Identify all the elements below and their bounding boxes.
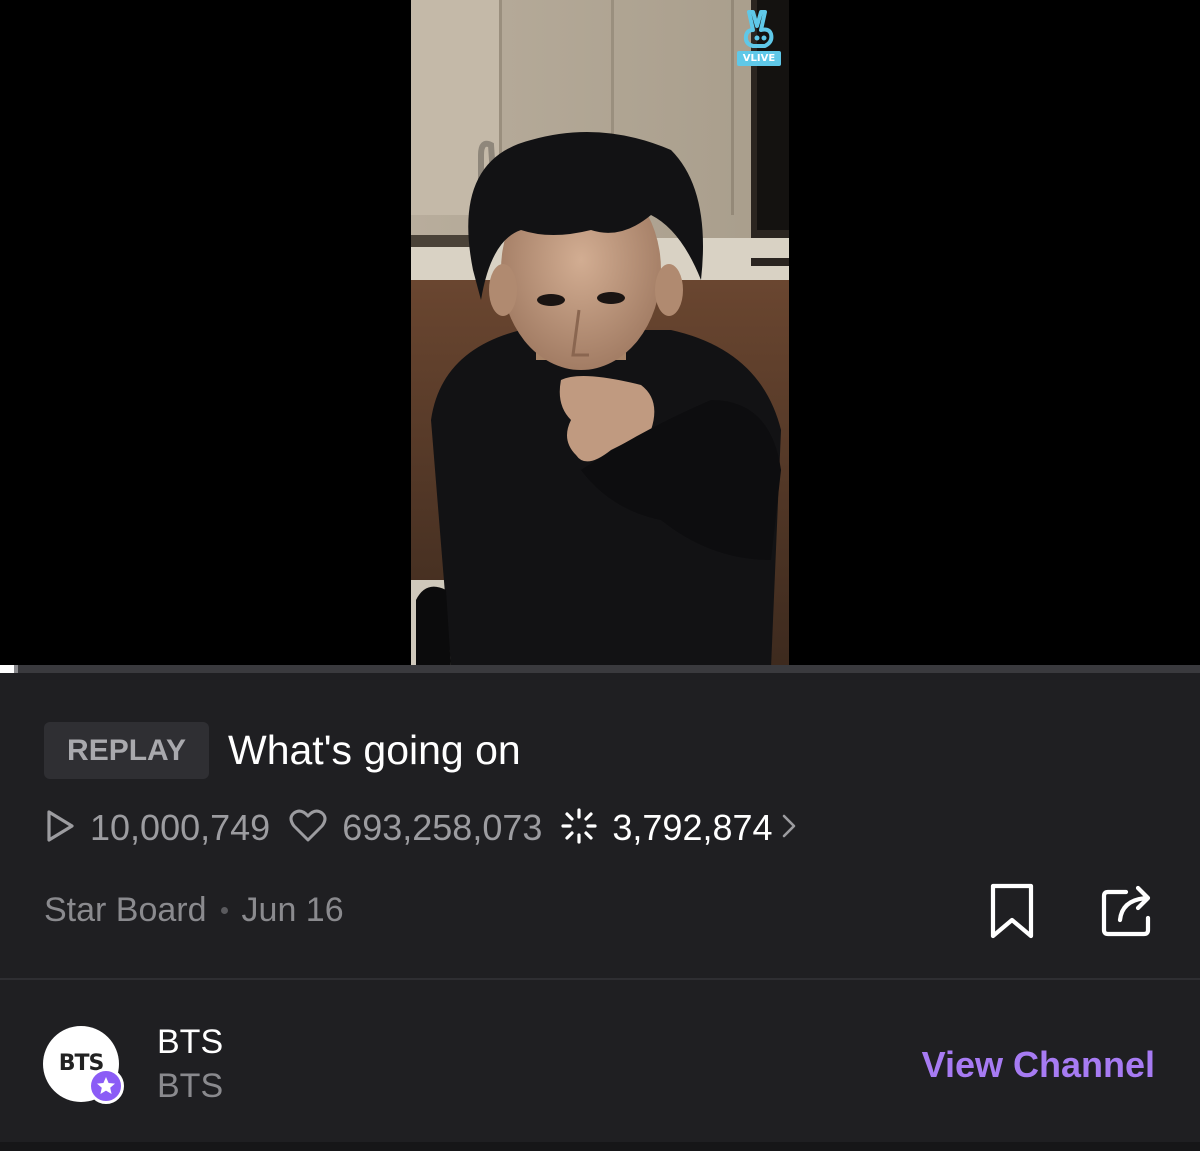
meta-row: Star Board Jun 16 [44,885,344,935]
like-count: 693,258,073 [342,807,543,848]
play-icon [44,808,76,849]
video-player[interactable]: VLIVE [0,0,1200,668]
vlive-logo-icon: VLIVE [737,8,781,66]
video-title: What's going on [228,727,521,773]
bookmark-button[interactable] [985,880,1039,944]
separator-dot [220,906,228,914]
channel-name[interactable]: BTS [157,1022,223,1062]
heart-icon [288,808,328,849]
bookmark-icon [990,883,1034,939]
replay-badge: REPLAY [44,722,209,779]
share-button[interactable] [1098,878,1160,942]
vlive-badge: VLIVE [737,51,781,66]
video-info: REPLAY What's going on 10,000,749 693,25… [0,673,1200,978]
sparkle-icon[interactable] [560,807,598,850]
stats-row: 10,000,749 693,258,073 3,792,874 [44,803,797,853]
vlive-hand-icon [743,10,774,48]
video-thumbnail-image [411,0,789,668]
star-badge [88,1068,124,1104]
channel-row: BTS BTS BTS View Channel [0,980,1200,1151]
channel-avatar[interactable]: BTS [43,1026,124,1104]
star-icon [97,1077,115,1094]
publish-date: Jun 16 [241,890,344,929]
board-name[interactable]: Star Board [44,891,207,930]
view-channel-button[interactable]: View Channel [922,1043,1155,1087]
view-count: 10,000,749 [90,807,271,848]
comment-count[interactable]: 3,792,874 [612,803,772,853]
share-icon [1101,885,1151,937]
bottom-edge [0,1142,1200,1151]
progress-played [0,665,14,673]
video-frame[interactable] [411,0,789,668]
chevron-right-icon[interactable] [781,813,797,844]
channel-subtitle: BTS [157,1067,224,1105]
progress-bar[interactable] [0,665,1200,673]
